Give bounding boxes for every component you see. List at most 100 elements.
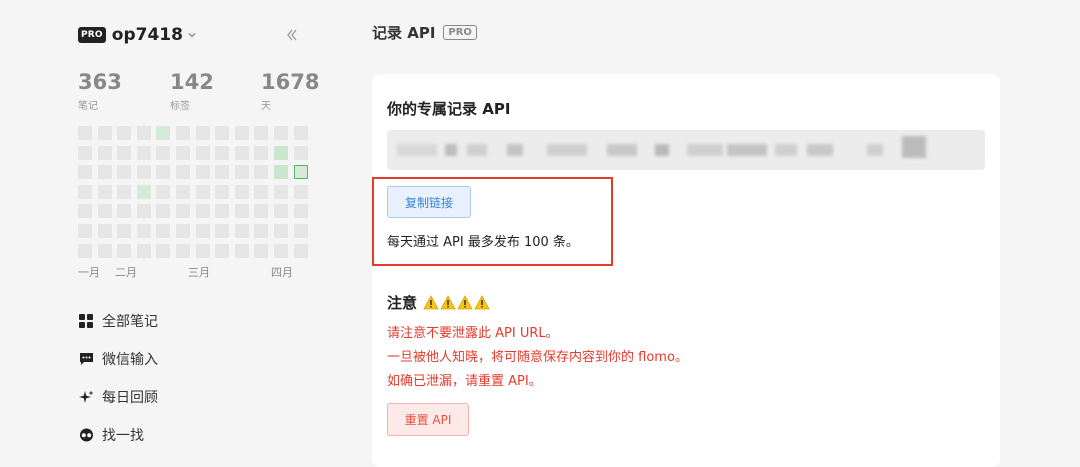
heatmap-cell[interactable] (97, 224, 112, 238)
heatmap-cell[interactable] (117, 204, 132, 219)
heatmap-cell[interactable] (234, 204, 249, 219)
heatmap-cell[interactable] (274, 126, 288, 140)
heatmap-cell[interactable] (293, 165, 308, 180)
heatmap-cell[interactable] (156, 224, 171, 238)
heatmap-cell[interactable] (156, 145, 171, 160)
heatmap-cell[interactable] (97, 184, 112, 199)
heatmap-cell[interactable] (234, 126, 249, 140)
heatmap-cell[interactable] (274, 243, 288, 258)
heatmap-cell[interactable] (97, 243, 112, 258)
reset-api-button[interactable]: 重置 API (387, 403, 469, 436)
heatmap-cell[interactable] (195, 165, 210, 180)
heatmap-cell[interactable] (78, 145, 92, 160)
card-heading: 你的专属记录 API (387, 100, 511, 118)
heatmap-cell[interactable] (293, 204, 308, 219)
collapse-sidebar-icon[interactable] (284, 27, 300, 43)
heatmap-cell[interactable] (117, 126, 132, 140)
heatmap-cell[interactable] (293, 224, 308, 238)
heatmap-cell[interactable] (215, 224, 230, 238)
heatmap-cell[interactable] (176, 126, 190, 140)
heatmap-cell[interactable] (234, 243, 249, 258)
heatmap-cell[interactable] (78, 224, 92, 238)
heatmap-cell[interactable] (97, 145, 112, 160)
heatmap-cell[interactable] (156, 165, 171, 180)
heatmap-cell[interactable] (176, 145, 190, 160)
heatmap-cell[interactable] (215, 145, 230, 160)
heatmap-cell[interactable] (97, 204, 112, 219)
heatmap-cell[interactable] (195, 224, 210, 238)
heatmap-cell[interactable] (176, 204, 190, 219)
heatmap-cell[interactable] (117, 243, 132, 258)
sidebar-item-search[interactable]: 找一找 (78, 425, 278, 445)
username[interactable]: op7418 (112, 25, 183, 45)
warning-icon (474, 295, 490, 310)
heatmap-cell[interactable] (136, 184, 151, 199)
notice-line: 请注意不要泄露此 API URL。 (387, 326, 559, 341)
heatmap-cell[interactable] (156, 184, 171, 199)
heatmap-cell[interactable] (136, 165, 151, 180)
heatmap-cell[interactable] (274, 165, 288, 180)
heatmap-cell[interactable] (215, 243, 230, 258)
heatmap-cell[interactable] (293, 126, 308, 140)
sidebar-item-wechat-input[interactable]: 微信输入 (78, 349, 278, 369)
chevron-down-icon[interactable] (187, 30, 197, 40)
sidebar-item-all-notes[interactable]: 全部笔记 (78, 311, 278, 331)
heatmap-cell[interactable] (274, 184, 288, 199)
heatmap-cell[interactable] (117, 145, 132, 160)
heatmap-cell[interactable] (136, 145, 151, 160)
heatmap-cell[interactable] (195, 243, 210, 258)
user-menu[interactable]: PRO op7418 (78, 25, 197, 45)
heatmap-cell[interactable] (254, 243, 269, 258)
heatmap-cell[interactable] (254, 145, 269, 160)
heatmap-cell[interactable] (215, 184, 230, 199)
heatmap-cell[interactable] (78, 243, 92, 258)
heatmap-cell[interactable] (176, 243, 190, 258)
heatmap-cell[interactable] (176, 184, 190, 199)
heatmap-cell[interactable] (156, 243, 171, 258)
heatmap-cell[interactable] (195, 145, 210, 160)
heatmap-cell[interactable] (215, 126, 230, 140)
stat-notes: 363 笔记 (78, 69, 122, 112)
heatmap-cell[interactable] (254, 165, 269, 180)
heatmap-cell[interactable] (234, 224, 249, 238)
heatmap-cell[interactable] (254, 184, 269, 199)
heatmap-cell[interactable] (136, 224, 151, 238)
api-url-field[interactable] (387, 130, 985, 170)
heatmap-cell[interactable] (97, 165, 112, 180)
heatmap-cell[interactable] (234, 165, 249, 180)
heatmap-cell[interactable] (136, 126, 151, 140)
heatmap-cell[interactable] (234, 184, 249, 199)
heatmap-cell[interactable] (254, 224, 269, 238)
copy-link-button[interactable]: 复制链接 (387, 186, 471, 218)
heatmap-cell[interactable] (293, 243, 308, 258)
heatmap-cell[interactable] (293, 145, 308, 160)
heatmap-cell[interactable] (274, 204, 288, 219)
heatmap-cell[interactable] (195, 126, 210, 140)
heatmap-cell[interactable] (78, 126, 92, 140)
heatmap-cell[interactable] (215, 165, 230, 180)
heatmap-cell[interactable] (136, 243, 151, 258)
heatmap-cell[interactable] (274, 145, 288, 160)
heatmap-cell[interactable] (156, 204, 171, 219)
heatmap-cell[interactable] (117, 165, 132, 180)
heatmap-cell[interactable] (117, 184, 132, 199)
heatmap-cell[interactable] (293, 184, 308, 199)
heatmap-cell[interactable] (78, 204, 92, 219)
heatmap-cell[interactable] (215, 204, 230, 219)
heatmap-cell[interactable] (274, 224, 288, 238)
sidebar-item-daily-review[interactable]: 每日回顾 (78, 387, 278, 407)
heatmap-cell[interactable] (195, 184, 210, 199)
heatmap-cell[interactable] (78, 165, 92, 180)
heatmap-cell[interactable] (117, 224, 132, 238)
heatmap-cell[interactable] (254, 204, 269, 219)
heatmap-cell[interactable] (176, 165, 190, 180)
heatmap-cell[interactable] (234, 145, 249, 160)
heatmap-cell[interactable] (136, 204, 151, 219)
heatmap-cell[interactable] (176, 224, 190, 238)
heatmap-cell[interactable] (195, 204, 210, 219)
heatmap-cell[interactable] (254, 126, 269, 140)
heatmap-cell[interactable] (97, 126, 112, 140)
heatmap-cell[interactable] (78, 184, 92, 199)
sidebar-item-label: 每日回顾 (102, 390, 158, 406)
heatmap-cell[interactable] (156, 126, 171, 140)
